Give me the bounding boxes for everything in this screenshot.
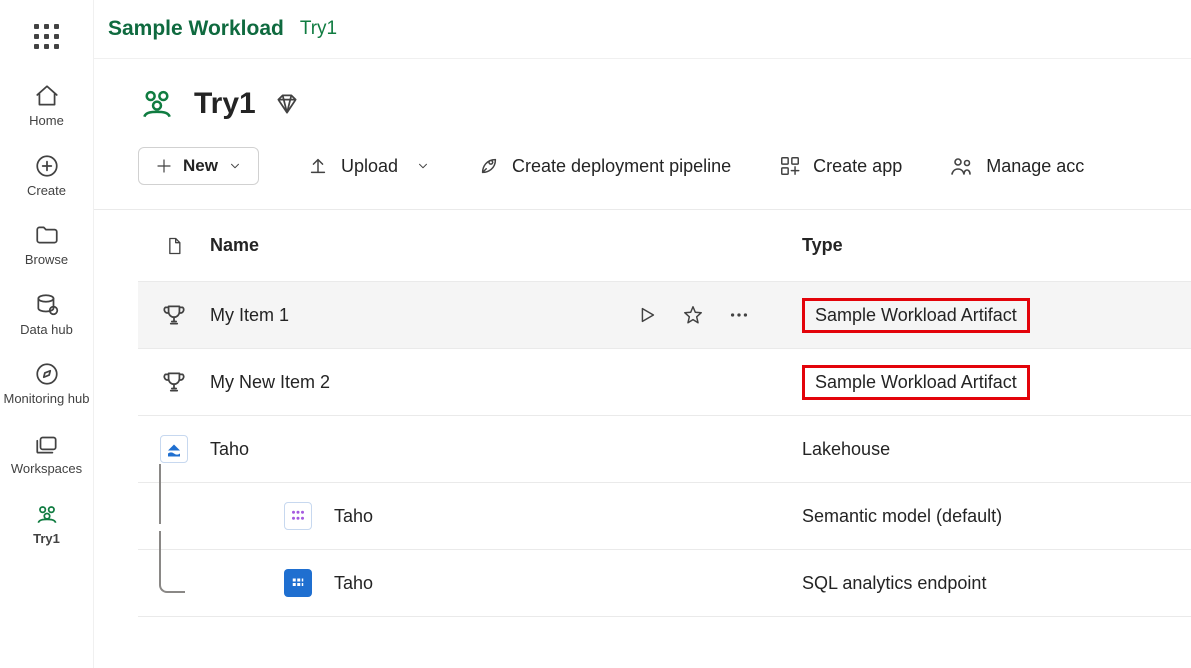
sql-endpoint-icon [284,569,312,597]
column-icon [138,234,210,258]
item-name[interactable]: Taho [210,439,249,460]
table-row[interactable]: Taho Lakehouse [138,416,1191,483]
top-header: Sample Workload Try1 [94,0,1191,59]
item-type: Sample Workload Artifact [802,298,1030,333]
compass-icon [34,361,60,387]
brand-title: Sample Workload [108,17,284,41]
nav-workspaces[interactable]: Workspaces [0,419,93,489]
trophy-icon [138,369,210,395]
plus-icon [155,157,173,175]
item-type: Sample Workload Artifact [802,365,1030,400]
item-type: SQL analytics endpoint [802,573,986,594]
column-type[interactable]: Type [770,235,1191,256]
file-icon [164,234,184,258]
trophy-icon [138,302,210,328]
database-icon [34,292,60,318]
table-row[interactable]: Taho Semantic model (default) [138,483,1191,550]
nav-home[interactable]: Home [0,71,93,141]
tree-connector [149,502,199,530]
toolbar: New Upload Create deployment pipeline Cr… [94,133,1191,210]
rocket-icon [478,155,500,177]
more-icon[interactable] [728,304,750,326]
people-icon [34,501,60,527]
app-launcher-icon[interactable] [34,10,59,71]
main-content: Sample Workload Try1 Try1 New Upload [94,0,1191,668]
folder-icon [34,222,60,248]
workspace-title: Try1 [194,87,256,121]
semantic-model-icon [284,502,312,530]
breadcrumb[interactable]: Try1 [300,18,337,40]
chevron-down-icon [416,159,430,173]
chevron-down-icon [228,159,242,173]
item-name[interactable]: Taho [334,506,373,527]
item-name[interactable]: My Item 1 [210,305,289,326]
nav-rail: Home Create Browse Data hub Monitoring h… [0,0,94,668]
home-icon [34,83,60,109]
workspace-header: Try1 [94,59,1191,133]
nav-monitoring[interactable]: Monitoring hub [0,349,93,419]
item-type: Lakehouse [802,439,890,460]
people-icon [138,85,176,123]
plus-circle-icon [34,153,60,179]
table-row[interactable]: My Item 1 Sample Workload Artifact [138,282,1191,349]
upload-icon [307,155,329,177]
create-app-button[interactable]: Create app [779,155,902,177]
item-type: Semantic model (default) [802,506,1002,527]
people-icon [950,154,974,178]
lakehouse-icon [138,435,210,463]
item-name[interactable]: Taho [334,573,373,594]
upload-button[interactable]: Upload [307,155,430,177]
table-header: Name Type [138,210,1191,282]
run-icon[interactable] [636,304,658,326]
column-name[interactable]: Name [210,235,770,256]
items-table: Name Type My Item 1 Sample Workload Arti… [94,210,1191,617]
diamond-icon[interactable] [274,91,300,117]
new-button[interactable]: New [138,147,259,185]
table-row[interactable]: My New Item 2 Sample Workload Artifact [138,349,1191,416]
manage-access-button[interactable]: Manage acc [950,154,1084,178]
nav-datahub[interactable]: Data hub [0,280,93,350]
item-name[interactable]: My New Item 2 [210,372,330,393]
nav-current-workspace[interactable]: Try1 [0,489,93,559]
tree-connector [149,569,199,597]
create-pipeline-button[interactable]: Create deployment pipeline [478,155,731,177]
apps-icon [779,155,801,177]
nav-browse[interactable]: Browse [0,210,93,280]
star-icon[interactable] [682,304,704,326]
workspaces-icon [34,431,60,457]
nav-create[interactable]: Create [0,141,93,211]
table-row[interactable]: Taho SQL analytics endpoint [138,550,1191,617]
